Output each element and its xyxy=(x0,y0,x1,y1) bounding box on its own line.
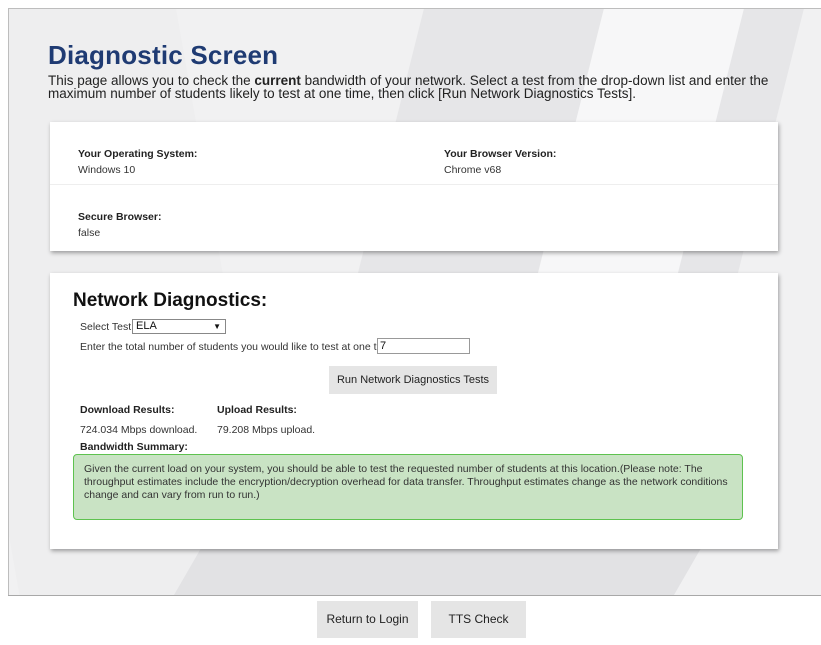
network-diagnostics-title: Network Diagnostics: xyxy=(73,290,268,311)
divider xyxy=(50,184,778,185)
os-label: Your Operating System: xyxy=(78,148,198,160)
network-diagnostics-card: Network Diagnostics: Select Test: ELA ▼ … xyxy=(50,273,778,549)
secure-browser-label: Secure Browser: xyxy=(78,211,162,223)
test-select-value: ELA xyxy=(136,320,157,332)
browser-label: Your Browser Version: xyxy=(444,148,557,160)
intro-text: This page allows you to check the curren… xyxy=(48,74,778,101)
upload-results-value: 79.208 Mbps upload. xyxy=(217,424,316,436)
bandwidth-summary-label: Bandwidth Summary: xyxy=(80,441,188,453)
return-to-login-button[interactable]: Return to Login xyxy=(317,601,418,638)
test-select[interactable]: ELA ▼ xyxy=(132,319,226,334)
upload-results-label: Upload Results: xyxy=(217,404,297,416)
download-results-label: Download Results: xyxy=(80,404,175,416)
secure-browser-value: false xyxy=(78,227,101,239)
chevron-down-icon: ▼ xyxy=(213,322,221,331)
select-test-label: Select Test: xyxy=(80,321,135,333)
bandwidth-summary-box: Given the current load on your system, y… xyxy=(73,454,743,520)
browser-value: Chrome v68 xyxy=(444,164,502,176)
students-label: Enter the total number of students you w… xyxy=(80,341,397,353)
students-input[interactable]: 7 xyxy=(377,338,470,354)
run-diagnostics-button[interactable]: Run Network Diagnostics Tests xyxy=(329,366,497,394)
tts-check-button[interactable]: TTS Check xyxy=(431,601,526,638)
os-value: Windows 10 xyxy=(78,164,136,176)
download-results-value: 724.034 Mbps download. xyxy=(80,424,198,436)
system-info-card: Your Operating System: Windows 10 Your B… xyxy=(50,122,778,251)
page-title: Diagnostic Screen xyxy=(48,40,279,70)
